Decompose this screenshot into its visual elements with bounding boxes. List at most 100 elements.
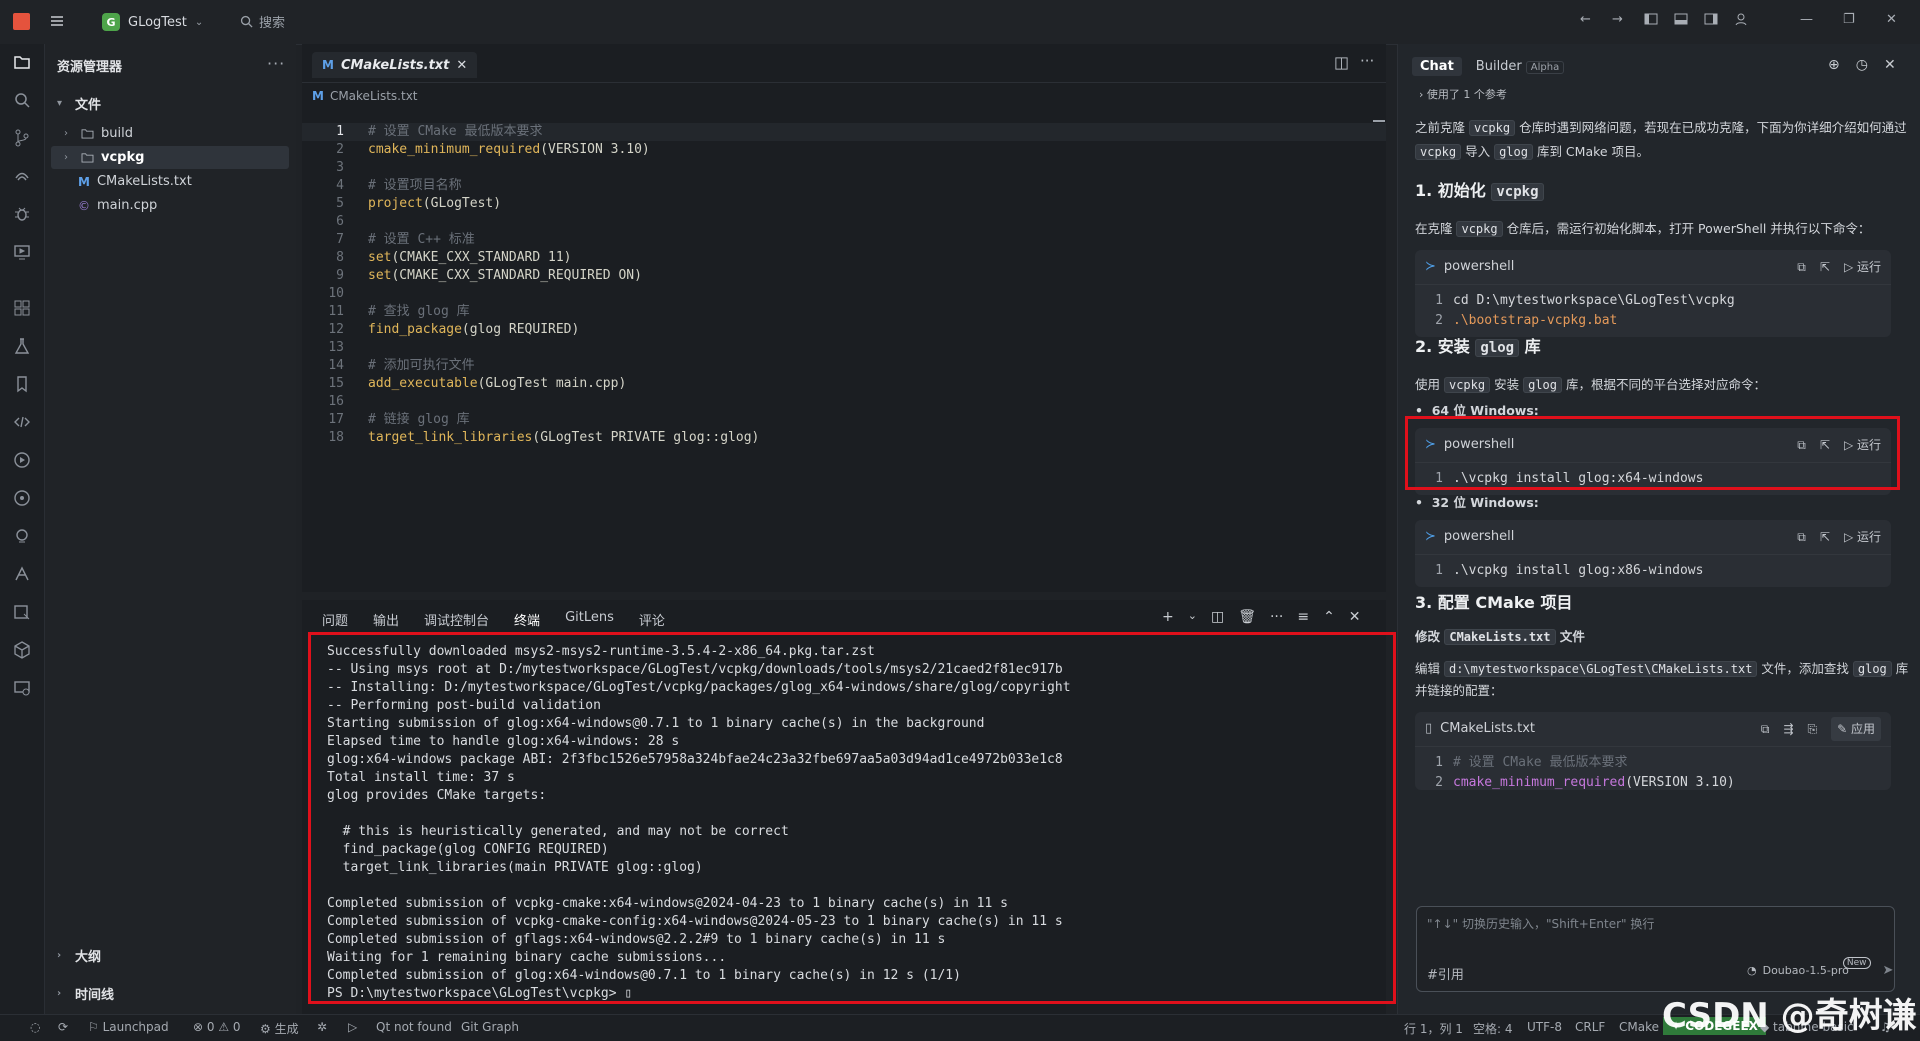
tab-comments[interactable]: 评论: [639, 610, 665, 634]
timeline-icon[interactable]: [12, 450, 32, 470]
more-actions-icon[interactable]: ···: [1360, 52, 1374, 70]
close-icon[interactable]: ✕: [456, 58, 467, 73]
toggle-panel-icon[interactable]: [1674, 12, 1688, 26]
apply-button[interactable]: ✎ 应用: [1831, 717, 1881, 741]
layout-icon[interactable]: ≡: [1297, 609, 1309, 625]
indentation-status[interactable]: 空格: 4: [1473, 1020, 1513, 1037]
tab-builder[interactable]: Builder Alpha: [1476, 59, 1565, 74]
tree-item-vcpkg[interactable]: › vcpkg: [51, 146, 289, 169]
eol-status[interactable]: CRLF: [1575, 1020, 1605, 1034]
code-line[interactable]: 4 # 设置项目名称: [302, 177, 1386, 195]
close-panel-icon[interactable]: ✕: [1349, 609, 1361, 625]
remote-status-icon[interactable]: ◌: [30, 1020, 40, 1034]
sync-icon[interactable]: ⟳: [58, 1020, 68, 1034]
ai-assistant-icon[interactable]: [12, 526, 32, 546]
cmake-icon[interactable]: [12, 602, 32, 622]
code-line[interactable]: 9 set(CMAKE_CXX_STANDARD_REQUIRED ON): [302, 267, 1386, 285]
tab-gitlens[interactable]: GitLens: [565, 610, 614, 634]
gitlens-icon[interactable]: [12, 488, 32, 508]
testing-icon[interactable]: [12, 336, 32, 356]
run-view-icon[interactable]: [12, 242, 32, 262]
tab-debug-console[interactable]: 调试控制台: [424, 610, 489, 634]
run-button[interactable]: ▷ 运行: [1844, 256, 1881, 278]
trash-icon[interactable]: 🗑: [1238, 609, 1256, 625]
reference-note[interactable]: › 使用了 1 个参考: [1419, 84, 1507, 106]
tree-item-cmakelists[interactable]: M CMakeLists.txt: [51, 170, 335, 193]
code-line[interactable]: 12 find_package(glog REQUIRED): [302, 321, 1386, 339]
restore-icon[interactable]: ❐: [1843, 12, 1855, 27]
problems-status[interactable]: ⊗ 0 ⚠ 0: [193, 1020, 241, 1034]
menu-icon[interactable]: [48, 12, 66, 30]
minimize-icon[interactable]: —: [1800, 12, 1813, 27]
launchpad-button[interactable]: ⚐ Launchpad: [88, 1020, 169, 1034]
forward-icon[interactable]: →: [1612, 12, 1623, 27]
insert-icon[interactable]: ⇱: [1820, 526, 1830, 548]
language-status[interactable]: CMake: [1619, 1020, 1659, 1034]
search-icon[interactable]: [12, 90, 32, 110]
copy-icon[interactable]: ⧉: [1797, 526, 1806, 548]
code-line[interactable]: 6: [302, 213, 1386, 231]
new-terminal-icon[interactable]: +: [1162, 609, 1174, 625]
toggle-secondary-sidebar-icon[interactable]: [1704, 12, 1718, 26]
code-line[interactable]: 18 target_link_libraries(GLogTest PRIVATE…: [302, 429, 1386, 447]
cursor-position[interactable]: 行 1，列 1: [1404, 1020, 1463, 1037]
back-icon[interactable]: ←: [1580, 12, 1591, 27]
split-terminal-icon[interactable]: ◫: [1211, 609, 1224, 625]
code-line[interactable]: 17 # 链接 glog 库: [302, 411, 1386, 429]
breadcrumb[interactable]: M CMakeLists.txt: [312, 89, 418, 103]
close-chat-icon[interactable]: ✕: [1884, 57, 1896, 73]
more-icon[interactable]: ···: [1270, 609, 1283, 625]
code-line[interactable]: 10: [302, 285, 1386, 303]
maximize-panel-icon[interactable]: ⌃: [1323, 609, 1335, 625]
model-selector[interactable]: ◔ Doubao-1.5-pro New ➤: [1747, 956, 1894, 978]
code-line[interactable]: 16: [302, 393, 1386, 411]
bookmark-icon[interactable]: [12, 374, 32, 394]
diff-icon[interactable]: ⎘: [1808, 718, 1818, 740]
code-line[interactable]: 14 # 添加可执行文件: [302, 357, 1386, 375]
code-line[interactable]: 8 set(CMAKE_CXX_STANDARD 11): [302, 249, 1386, 267]
tab-chat[interactable]: Chat: [1412, 57, 1462, 76]
send-icon[interactable]: ➤: [1883, 963, 1894, 978]
tab-cmakelists[interactable]: M CMakeLists.txt ✕: [312, 52, 478, 78]
account-icon[interactable]: [1734, 12, 1748, 26]
history-icon[interactable]: ◷: [1856, 57, 1868, 73]
chat-input[interactable]: "↑↓" 切换历史输入，"Shift+Enter" 换行 #引用 ◔ Douba…: [1416, 906, 1895, 992]
remote-explorer-icon[interactable]: [12, 678, 32, 698]
files-section-header[interactable]: ▾ 文件: [57, 94, 101, 113]
code-icon[interactable]: [12, 412, 32, 432]
code-line[interactable]: 1 # 设置 CMake 最低版本要求: [302, 123, 1386, 141]
extensions-icon[interactable]: [12, 298, 32, 318]
code-line[interactable]: 13: [302, 339, 1386, 357]
debug-icon[interactable]: [12, 204, 32, 224]
timeline-section-header[interactable]: › 时间线: [57, 984, 114, 1003]
tab-output[interactable]: 输出: [373, 610, 399, 634]
code-line[interactable]: 2 cmake_minimum_required(VERSION 3.10): [302, 141, 1386, 159]
terminal-output[interactable]: Successfully downloaded msys2-msys2-runt…: [308, 632, 1396, 1004]
code-line[interactable]: 5 project(GLogTest): [302, 195, 1386, 213]
package-icon[interactable]: [12, 640, 32, 660]
code-line[interactable]: 7 # 设置 C++ 标准: [302, 231, 1386, 249]
search-box[interactable]: 搜索: [240, 12, 285, 31]
source-control-icon[interactable]: [12, 128, 32, 148]
insert-icon[interactable]: ⇶: [1783, 718, 1793, 740]
explorer-icon[interactable]: [12, 52, 32, 72]
insert-icon[interactable]: ⇱: [1820, 256, 1830, 278]
split-editor-icon[interactable]: [1334, 56, 1349, 71]
more-icon[interactable]: ···: [267, 54, 285, 73]
toggle-sidebar-icon[interactable]: [1644, 12, 1658, 26]
chevron-down-icon[interactable]: ⌄: [1188, 609, 1197, 625]
copy-icon[interactable]: ⧉: [1761, 718, 1770, 740]
tab-terminal[interactable]: 终端: [514, 610, 541, 634]
debug-status-icon[interactable]: ✲: [317, 1020, 327, 1034]
qt-status[interactable]: Qt not found: [376, 1020, 452, 1034]
code-line[interactable]: 15 add_executable(GLogTest main.cpp): [302, 375, 1386, 393]
code-line[interactable]: 11 # 查找 glog 库: [302, 303, 1386, 321]
close-window-icon[interactable]: ✕: [1886, 12, 1897, 27]
tree-item-main-cpp[interactable]: © main.cpp: [51, 194, 335, 217]
project-switcher[interactable]: G GLogTest ⌄: [102, 11, 203, 33]
encoding-status[interactable]: UTF-8: [1527, 1020, 1562, 1034]
codegeex-icon[interactable]: [12, 564, 32, 584]
new-chat-icon[interactable]: ⊕: [1828, 57, 1840, 73]
outline-section-header[interactable]: › 大纲: [57, 946, 101, 965]
cite-button[interactable]: #引用: [1427, 964, 1464, 983]
